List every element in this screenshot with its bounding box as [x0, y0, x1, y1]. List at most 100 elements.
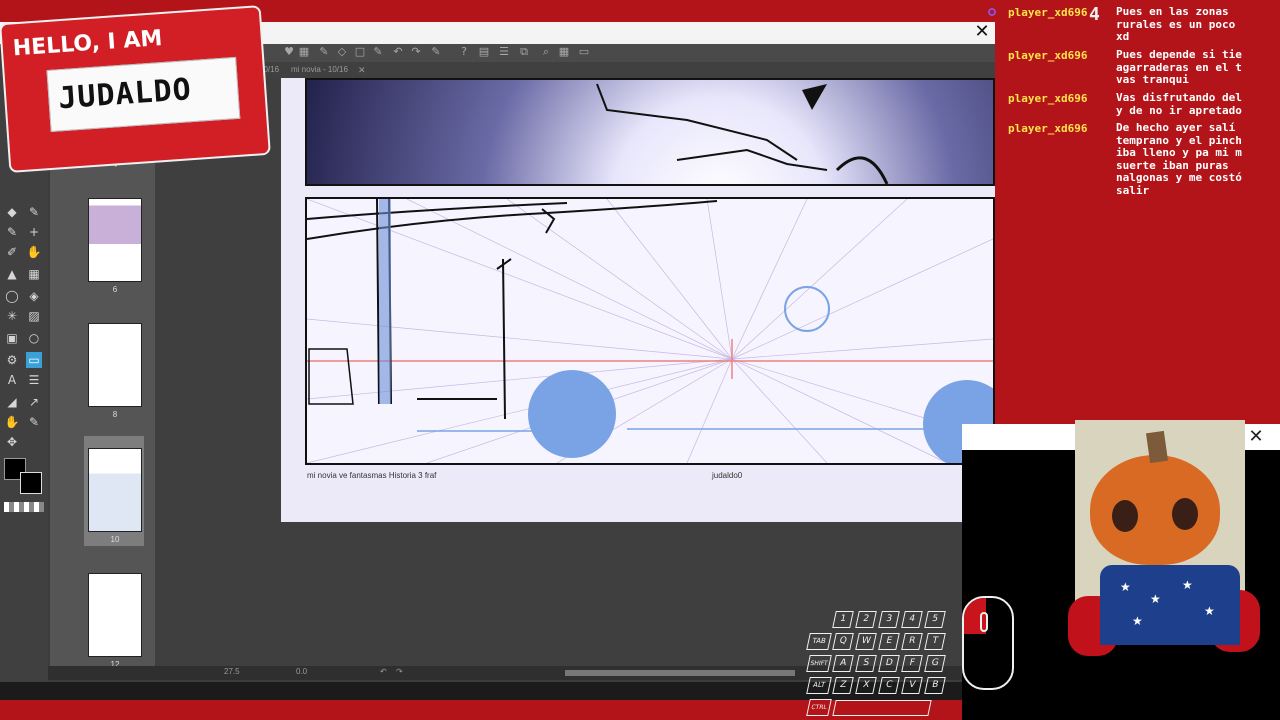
pen-icon[interactable]: ✎	[4, 224, 20, 240]
help-icon[interactable]: ?	[458, 46, 470, 58]
avatar-shirt	[1100, 565, 1240, 645]
name-tag: HELLO, I AM JUDALDO	[0, 5, 271, 173]
page-number: 8	[112, 410, 118, 419]
lasso-icon[interactable]: ◯	[4, 288, 20, 304]
close-icon[interactable]: ✕	[358, 64, 368, 76]
redo-icon[interactable]: ↷	[396, 667, 403, 676]
chat-message: De hecho ayer salí temprano y el pinch i…	[1116, 122, 1280, 197]
grid-icon[interactable]: ▦	[298, 46, 310, 58]
horizontal-scrollbar[interactable]	[565, 670, 795, 676]
avatar-left-eye	[1112, 500, 1138, 532]
eyedropper-icon[interactable]: ✎	[26, 414, 42, 430]
grid-icon[interactable]: ▦	[26, 266, 42, 282]
page-thumbnail[interactable]	[88, 198, 142, 282]
eraser-icon[interactable]: ◆	[4, 204, 20, 220]
page-thumbnail[interactable]	[88, 323, 142, 407]
ruler-icon[interactable]: ▭	[578, 46, 590, 58]
ellipse-icon[interactable]: ○	[26, 330, 42, 346]
chat-line: iba lleno y pa mi m	[1116, 146, 1242, 159]
close-icon[interactable]: ✕	[1246, 428, 1266, 446]
comic-panel-top[interactable]	[305, 78, 995, 186]
plus-icon[interactable]: +	[26, 224, 42, 240]
square-icon[interactable]: □	[354, 46, 366, 58]
perspective-sketch	[307, 199, 993, 463]
balloon-icon[interactable]: ☰	[26, 372, 42, 388]
key: SHIFT	[806, 655, 832, 672]
chat-username: player_xd696	[1008, 122, 1088, 135]
chat-line: vas tranqui	[1116, 73, 1189, 86]
stamp-icon[interactable]: ⚙	[4, 352, 20, 368]
star-icon: ★	[1150, 592, 1161, 606]
key: X	[855, 677, 877, 694]
zoom-icon[interactable]: ⌕	[540, 46, 552, 58]
key: T	[924, 633, 946, 650]
avatar-pumpkin-head	[1090, 455, 1220, 565]
chat-username: player_xd696	[1008, 49, 1088, 62]
key-space	[832, 700, 932, 716]
correct-icon[interactable]: ↗	[26, 394, 42, 410]
avatar-right-eye	[1172, 498, 1198, 530]
heart-icon[interactable]: ♥	[283, 46, 295, 58]
star-icon: ★	[1132, 614, 1143, 628]
gradient-icon[interactable]: ▨	[26, 308, 42, 324]
key: CTRL	[806, 699, 832, 716]
mouse-wheel	[980, 612, 988, 632]
star-icon: ★	[1204, 604, 1215, 618]
bucket-icon[interactable]: ◈	[26, 288, 42, 304]
chat-line: xd	[1116, 30, 1130, 43]
copy-icon[interactable]: ⧉	[518, 46, 530, 58]
page-caption: mi novia ve fantasmas Historia 3 fraf	[307, 471, 437, 480]
tab-document[interactable]: mi novia - 10/16	[291, 64, 348, 76]
sparkle-icon[interactable]: ✳	[4, 308, 20, 324]
rotation-angle[interactable]: 0.0	[296, 667, 307, 676]
chat-message: Pues en las zonas rurales es un poco xd	[1116, 6, 1280, 44]
chat-line: rurales es un poco	[1116, 17, 1236, 31]
fill-icon[interactable]: ▲	[4, 266, 20, 282]
chat-line: Pues depende si tie	[1116, 49, 1242, 61]
key: E	[878, 633, 900, 650]
panel-icon[interactable]: ▭	[26, 352, 42, 368]
move-icon[interactable]: ✥	[4, 434, 20, 450]
hand-icon[interactable]: ✋	[26, 244, 42, 260]
key: 4	[901, 611, 923, 628]
zoom-level[interactable]: 27.5	[224, 667, 240, 676]
frame-icon[interactable]: ▣	[4, 330, 20, 346]
key: 5	[924, 611, 946, 628]
chat-indicator-icon	[988, 8, 996, 16]
key: 3	[878, 611, 900, 628]
close-icon[interactable]: ✕	[973, 23, 991, 41]
text-icon[interactable]: A	[4, 372, 20, 388]
stream-layout: ✕ ♥ ▦ ✎ ◇ □ ✎ ↶ ↷ ✎ ? ▤ ☰ ⧉ ⌕ ▦ ▭ 10/16 …	[0, 0, 1280, 720]
star-icon: ★	[1182, 578, 1193, 592]
redo-icon[interactable]: ↷	[410, 46, 422, 58]
key: F	[901, 655, 923, 672]
panel-sketch	[596, 83, 889, 184]
chat-username: player_xd696	[1008, 6, 1088, 19]
layer-icon[interactable]: ▤	[478, 46, 490, 58]
key: B	[924, 677, 946, 694]
background-color[interactable]	[20, 472, 42, 494]
page-number: 6	[112, 285, 118, 294]
ruler-icon[interactable]: ◢	[4, 394, 20, 410]
undo-icon[interactable]: ↶	[380, 667, 387, 676]
pen-icon[interactable]: ✎	[372, 46, 384, 58]
chat-line: Pues en las zonas	[1116, 6, 1229, 18]
chat-badge: 4	[1089, 4, 1100, 25]
undo-icon[interactable]: ↶	[392, 46, 404, 58]
pen-icon[interactable]: ✎	[318, 46, 330, 58]
transparent-color[interactable]	[4, 502, 44, 512]
key: A	[832, 655, 854, 672]
grid-icon[interactable]: ▦	[558, 46, 570, 58]
key: 2	[855, 611, 877, 628]
hand-icon[interactable]: ✋	[4, 414, 20, 430]
page-thumbnail[interactable]	[88, 573, 142, 657]
pen-icon[interactable]: ✎	[26, 204, 42, 220]
page-thumbnail[interactable]	[88, 448, 142, 532]
pen-icon[interactable]: ✎	[430, 46, 442, 58]
key: D	[878, 655, 900, 672]
list-icon[interactable]: ☰	[498, 46, 510, 58]
key: C	[878, 677, 900, 694]
brush-icon[interactable]: ✐	[4, 244, 20, 260]
shape-icon[interactable]: ◇	[336, 46, 348, 58]
comic-panel-main[interactable]	[305, 197, 995, 465]
